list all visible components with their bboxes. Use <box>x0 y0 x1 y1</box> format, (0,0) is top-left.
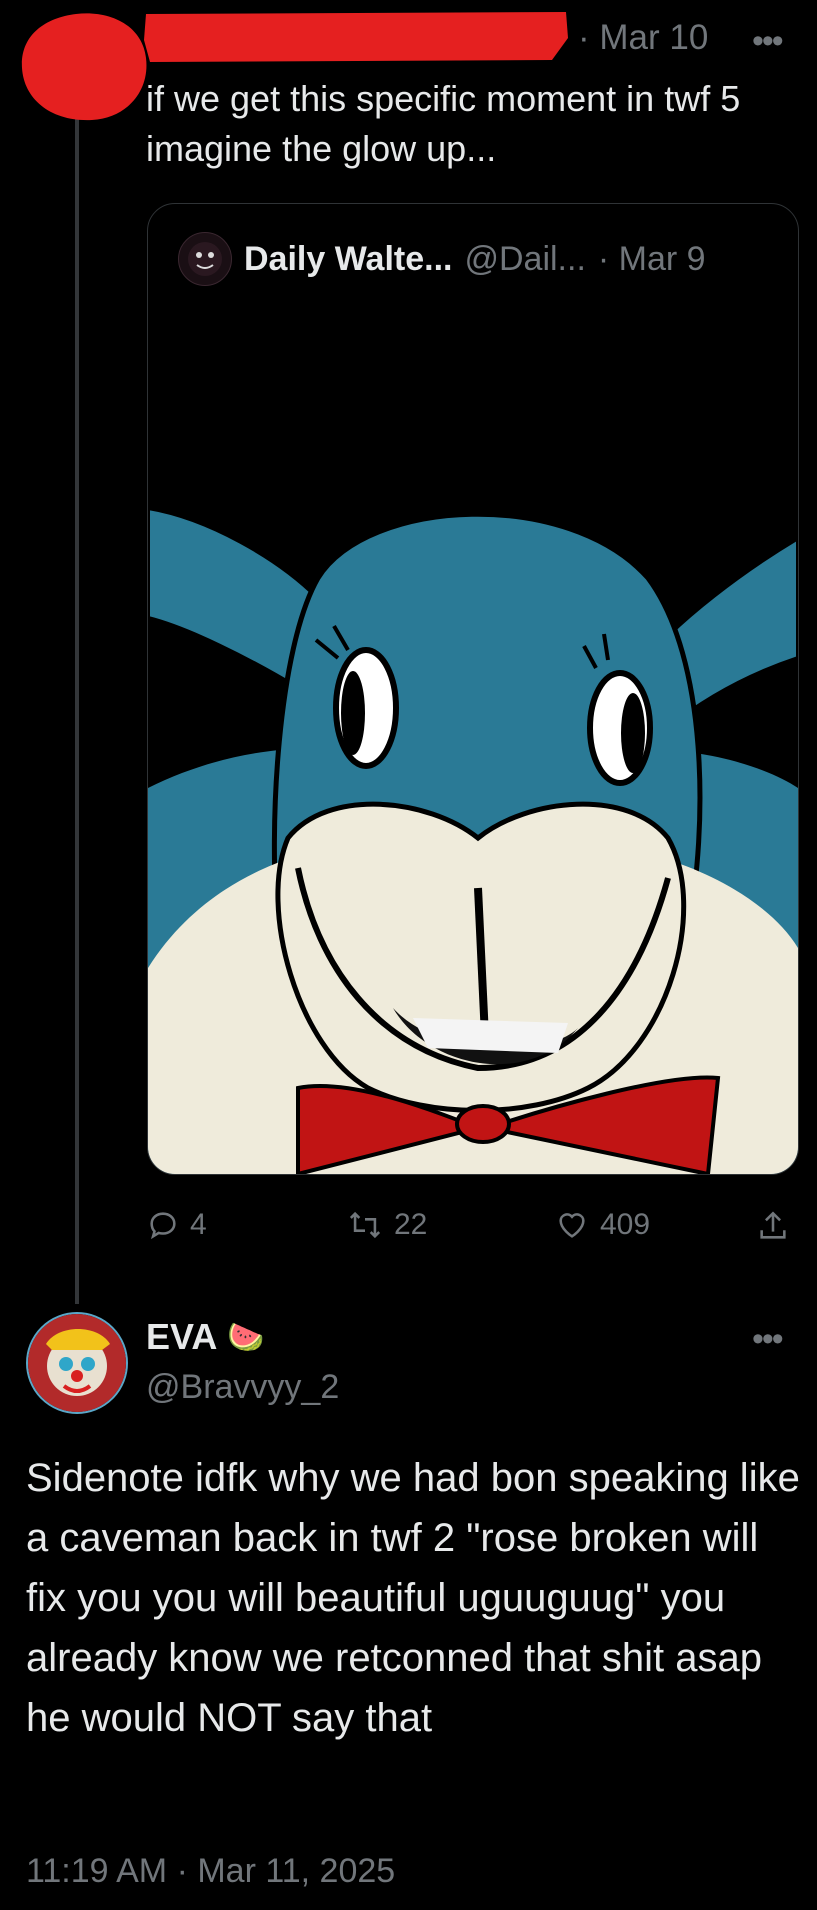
quoted-author-handle[interactable]: @Dail... <box>464 240 585 279</box>
reply-author-name-row[interactable]: EVA 🍉 <box>146 1316 265 1358</box>
thread-line <box>75 118 79 1304</box>
watermelon-badge-icon: 🍉 <box>227 1320 265 1354</box>
repost-icon <box>349 1211 381 1239</box>
more-options-icon[interactable]: ••• <box>752 22 784 61</box>
reply-timestamp[interactable]: 11:19 AM · Mar 11, 2025 <box>26 1852 395 1891</box>
reply-count: 4 <box>190 1208 207 1241</box>
post-action-bar: 4 22 409 <box>146 1208 796 1258</box>
quoted-post-card[interactable]: Daily Walte... @Dail... · Mar 9 <box>147 203 799 1175</box>
repost-count: 22 <box>394 1208 428 1241</box>
face-icon <box>188 242 222 276</box>
reply-author-handle[interactable]: @Bravvyy_2 <box>146 1368 339 1407</box>
share-icon <box>760 1211 786 1239</box>
reply-author-avatar[interactable] <box>26 1312 128 1414</box>
share-button[interactable] <box>756 1208 790 1244</box>
reply-author-name[interactable]: EVA <box>146 1316 217 1358</box>
quoted-author-name[interactable]: Daily Walte... <box>244 240 452 279</box>
quoted-post-image[interactable] <box>148 368 798 1174</box>
post-text: if we get this specific moment in twf 5 … <box>146 78 741 169</box>
post-date[interactable]: · Mar 10 <box>578 18 708 58</box>
quoted-post-header: Daily Walte... @Dail... · Mar 9 <box>178 232 706 286</box>
quoted-author-avatar[interactable] <box>178 232 232 286</box>
reply-icon <box>150 1212 176 1240</box>
redacted-author-name <box>144 12 568 62</box>
reply-more-options-icon[interactable]: ••• <box>752 1320 784 1359</box>
quoted-post-date[interactable]: · Mar 9 <box>598 240 706 279</box>
repost-button[interactable]: 22 <box>346 1208 427 1242</box>
heart-icon <box>559 1213 585 1238</box>
redacted-avatar <box>21 13 147 121</box>
like-count: 409 <box>600 1208 651 1241</box>
reply-text: Sidenote idfk why we had bon speaking li… <box>26 1456 800 1740</box>
like-button[interactable]: 409 <box>554 1208 650 1242</box>
clown-avatar-image <box>28 1314 126 1412</box>
reply-button[interactable]: 4 <box>146 1208 207 1242</box>
